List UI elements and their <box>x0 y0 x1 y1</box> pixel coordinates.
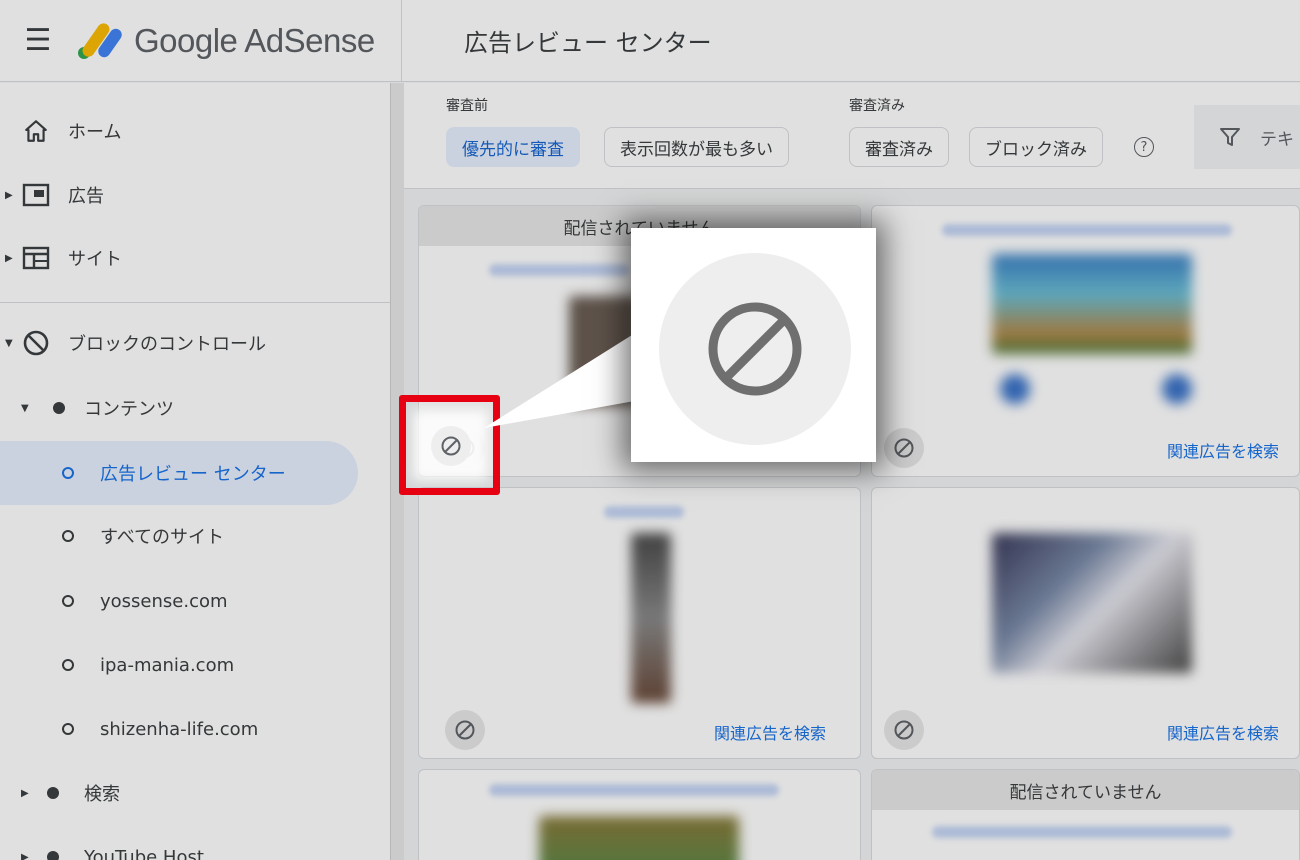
zoomed-block-button <box>659 253 851 445</box>
zoom-callout <box>631 228 876 462</box>
block-icon <box>708 302 802 396</box>
